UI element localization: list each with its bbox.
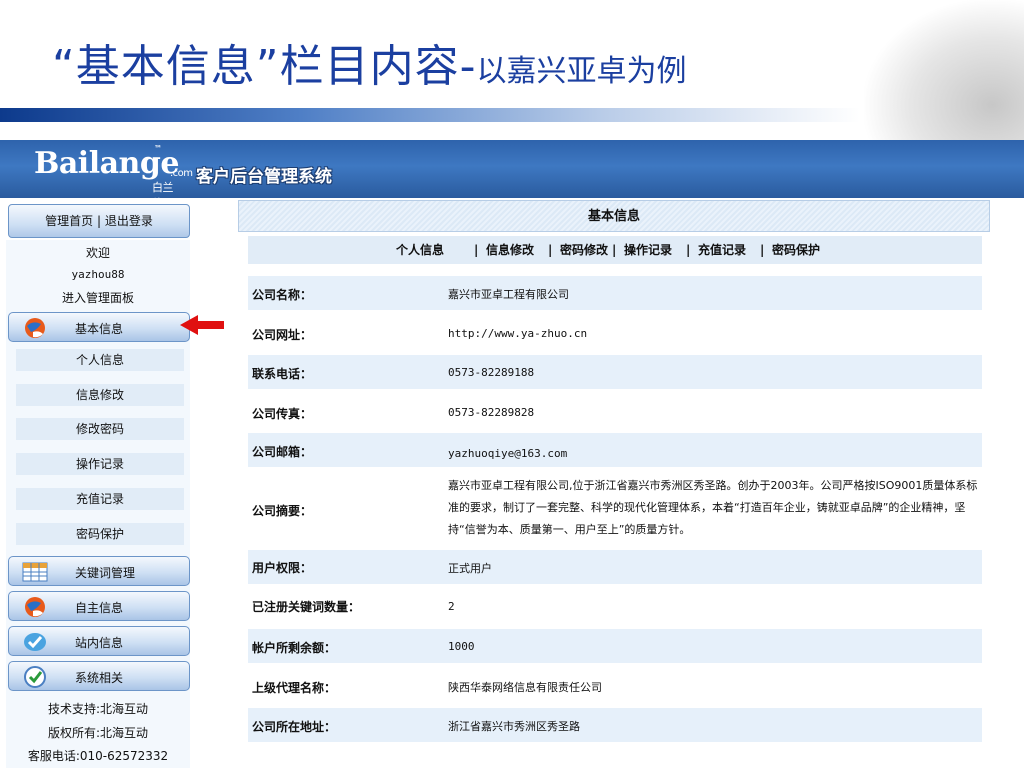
sidebar-item-site-messages[interactable]: 站内信息 xyxy=(8,626,190,656)
nav-change-password[interactable]: 密码修改 xyxy=(560,236,608,264)
nav-edit-info[interactable]: 信息修改 xyxy=(486,236,534,264)
field-label: 帐户所剩余额： xyxy=(252,641,337,655)
slide-title-main: “基本信息”栏目内容- xyxy=(52,41,477,92)
field-value: 嘉兴市亚卓工程有限公司 xyxy=(448,288,569,301)
field-value[interactable]: http://www.ya-zhuo.cn xyxy=(448,327,587,340)
sidebar-subitem-edit-info[interactable]: 信息修改 xyxy=(16,384,184,406)
app-header: Bailange ™ .com 白兰傍 客户后台管理系统 xyxy=(0,140,1024,210)
globe-icon xyxy=(25,597,45,617)
sidebar-subitem-change-password[interactable]: 修改密码 xyxy=(16,418,184,440)
sidebar-item-label: 基本信息 xyxy=(75,322,124,336)
logo-trademark: ™ xyxy=(154,144,162,153)
main-title: 基本信息 xyxy=(587,209,640,224)
nav-sep: | xyxy=(686,243,691,257)
main-title-bar: 基本信息 xyxy=(238,200,990,232)
nav-operation-log[interactable]: 操作记录 xyxy=(624,236,672,264)
slide-title-sub: 以嘉兴亚卓为例 xyxy=(476,54,687,89)
field-label: 公司传真： xyxy=(252,407,313,421)
sidebar-top-links[interactable]: 管理首页 | 退出登录 xyxy=(8,204,190,238)
field-label: 用户权限： xyxy=(252,561,313,575)
sidebar: 管理首页 | 退出登录 欢迎 yazhou88 进入管理面板 基本信息 个人信息… xyxy=(6,204,190,768)
field-value: 浙江省嘉兴市秀洲区秀圣路 xyxy=(448,720,580,733)
nav-password-protection[interactable]: 密码保护 xyxy=(772,236,820,264)
sidebar-item-system[interactable]: 系统相关 xyxy=(8,661,190,691)
main-content: 基本信息 个人信息 | 信息修改 | 密码修改 | 操作记录 | 充值记录 | … xyxy=(238,200,992,768)
info-row-address: 公司所在地址： 浙江省嘉兴市秀洲区秀圣路 xyxy=(248,708,982,742)
table-icon xyxy=(22,562,48,582)
info-nav-bar: 个人信息 | 信息修改 | 密码修改 | 操作记录 | 充值记录 | 密码保护 xyxy=(248,236,982,264)
field-value: 陕西华泰网络信息有限责任公司 xyxy=(448,681,602,694)
field-value: yazhuoqiye@163.com xyxy=(448,447,568,460)
info-row-summary: 公司摘要： 嘉兴市亚卓工程有限公司,位于浙江省嘉兴市秀洲区秀圣路。创办于2003… xyxy=(248,472,982,546)
footer-hotline: 客服电话:010-62572332 xyxy=(27,749,169,763)
field-value: 嘉兴市亚卓工程有限公司,位于浙江省嘉兴市秀洲区秀圣路。创办于2003年。公司严格… xyxy=(448,479,978,536)
bailange-logo[interactable]: Bailange ™ .com 白兰傍 xyxy=(34,144,193,210)
info-row-email: 公司邮箱： yazhuoqiye@163.com xyxy=(248,433,982,467)
sidebar-item-label: 关键词管理 xyxy=(75,566,136,580)
red-arrow-sidebar xyxy=(180,315,224,335)
info-row-phone: 联系电话： 0573-82289188 xyxy=(248,355,982,389)
welcome-text: 欢迎 xyxy=(85,246,110,260)
field-value: 2 xyxy=(448,600,455,613)
sidebar-item-label: 系统相关 xyxy=(75,671,124,685)
sidebar-subitem-password-protection[interactable]: 密码保护 xyxy=(16,523,184,545)
system-icon xyxy=(24,666,46,688)
message-icon xyxy=(24,633,46,651)
sidebar-item-self-info[interactable]: 自主信息 xyxy=(8,591,190,621)
sidebar-item-keywords[interactable]: 关键词管理 xyxy=(8,556,190,586)
nav-personal-info[interactable]: 个人信息 xyxy=(396,236,444,264)
info-row-balance: 帐户所剩余额： 1000 xyxy=(248,629,982,663)
footer-copyright: 版权所有:北海互动 xyxy=(47,726,149,740)
sidebar-subitem-operation-log[interactable]: 操作记录 xyxy=(16,453,184,475)
sidebar-item-label: 站内信息 xyxy=(75,636,124,650)
info-row-user-permission: 用户权限： 正式用户 xyxy=(248,550,982,584)
nav-sep: | xyxy=(760,243,765,257)
sidebar-subitem-personal-info[interactable]: 个人信息 xyxy=(16,349,184,371)
field-value: 正式用户 xyxy=(448,562,492,575)
nav-recharge-log[interactable]: 充值记录 xyxy=(698,236,746,264)
enter-panel-link[interactable]: 进入管理面板 xyxy=(6,289,190,306)
field-label: 公司名称： xyxy=(252,288,313,302)
field-label: 公司邮箱： xyxy=(252,445,313,459)
sidebar-item-label: 自主信息 xyxy=(75,601,124,615)
nav-sep: | xyxy=(548,243,553,257)
system-name: 客户后台管理系统 xyxy=(196,167,332,187)
username: yazhou88 xyxy=(71,268,125,281)
info-row-website: 公司网址： http://www.ya-zhuo.cn xyxy=(248,316,982,350)
globe-icon xyxy=(25,318,45,338)
footer-tech-support: 技术支持:北海互动 xyxy=(47,702,149,716)
field-label: 已注册关键词数量： xyxy=(252,600,361,614)
field-label: 公司所在地址： xyxy=(252,720,337,734)
sidebar-subitem-recharge-log[interactable]: 充值记录 xyxy=(16,488,184,510)
field-value: 0573-82289828 xyxy=(448,406,535,419)
info-row-fax: 公司传真： 0573-82289828 xyxy=(248,395,982,429)
info-row-agent-name: 上级代理名称： 陕西华泰网络信息有限责任公司 xyxy=(248,669,982,703)
logo-text: Bailang xyxy=(34,146,161,181)
nav-sep: | xyxy=(474,243,479,257)
field-value: 1000 xyxy=(448,640,475,653)
info-row-keyword-count: 已注册关键词数量： 2 xyxy=(248,590,982,624)
slide: “基本信息”栏目内容-以嘉兴亚卓为例 Bailange ™ .com 白兰傍 客… xyxy=(0,0,1024,768)
title-underline xyxy=(0,108,860,122)
field-label: 联系电话： xyxy=(252,367,313,381)
decorative-hand-graphic xyxy=(864,0,1024,150)
field-label: 公司摘要： xyxy=(252,504,313,518)
logo-com: .com xyxy=(170,168,193,179)
nav-sep: | xyxy=(612,243,617,257)
sidebar-item-basic-info[interactable]: 基本信息 xyxy=(8,312,190,342)
field-label: 公司网址： xyxy=(252,328,313,342)
field-value: 0573-82289188 xyxy=(448,366,535,379)
field-label: 上级代理名称： xyxy=(252,681,337,695)
info-row-company-name: 公司名称： 嘉兴市亚卓工程有限公司 xyxy=(248,276,982,310)
slide-title: “基本信息”栏目内容-以嘉兴亚卓为例 xyxy=(52,30,686,94)
